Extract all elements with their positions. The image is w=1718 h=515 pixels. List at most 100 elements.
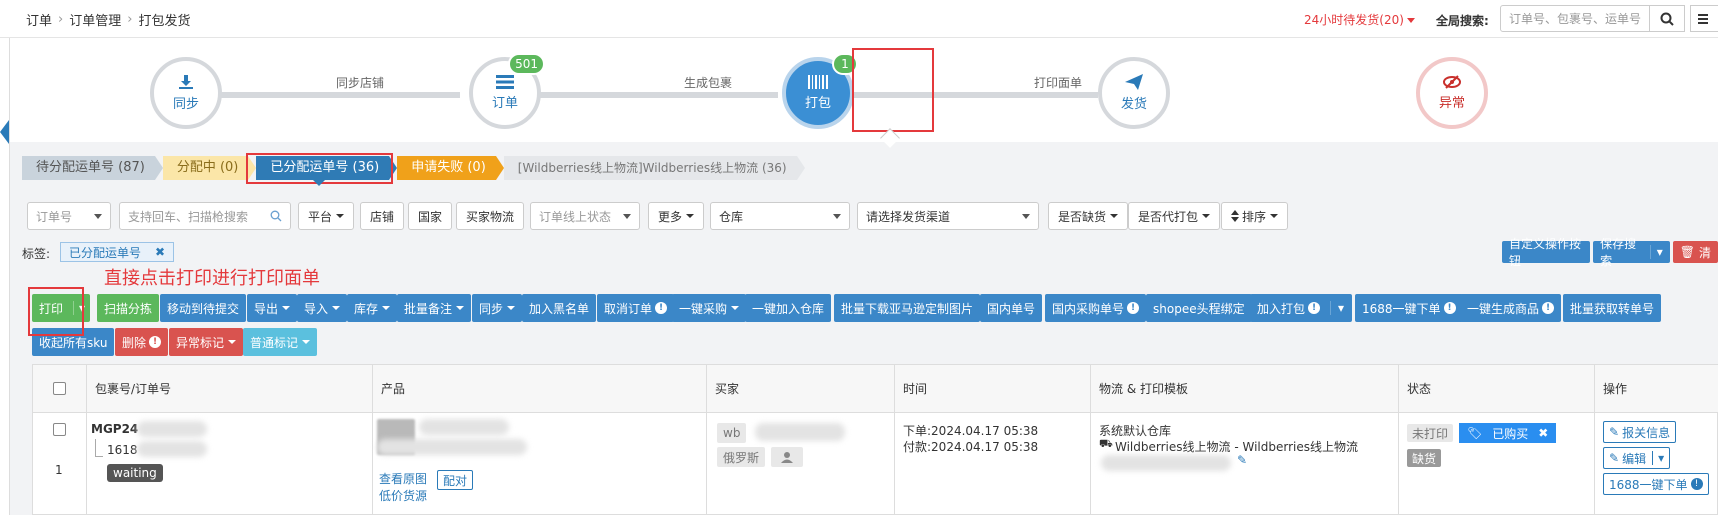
pair-button[interactable]: 配对 — [437, 470, 474, 490]
breadcrumb-separator: › — [58, 12, 64, 27]
flow-step-orders[interactable]: 订单 501 — [469, 53, 545, 129]
print-button-highlight-box — [28, 287, 84, 336]
flow-step-ship[interactable]: 发货 — [1098, 57, 1170, 129]
country-button[interactable]: 国家 — [408, 202, 453, 230]
breadcrumb-order-management[interactable]: 订单管理 — [69, 10, 121, 29]
caret-down-icon[interactable]: ▾ — [1652, 451, 1664, 465]
select-all-checkbox[interactable] — [53, 382, 66, 395]
flow-step-sync[interactable]: 同步 — [150, 57, 222, 129]
move-to-pending-button[interactable]: 移动到待提交 — [160, 294, 247, 322]
import-dropdown[interactable]: 导入 — [297, 294, 348, 322]
batch-remark-dropdown[interactable]: 批量备注 — [397, 294, 472, 322]
order-time: 下单:2024.04.17 05:38 — [903, 424, 1039, 438]
inventory-dropdown[interactable]: 库存 — [347, 294, 398, 322]
subtab-apply-failed[interactable]: 申请失败 (0) — [397, 156, 504, 180]
out-of-stock-dropdown[interactable]: 是否缺货 — [1048, 202, 1129, 230]
redacted-product-title — [377, 439, 527, 455]
inventory-label: 库存 — [354, 301, 379, 316]
header-logistics-template: 物流 & 打印模板 — [1091, 365, 1399, 413]
clear-label: 清 — [1698, 245, 1711, 260]
order-number[interactable]: 1618 — [107, 443, 138, 457]
pay-time: 付款:2024.04.17 05:38 — [903, 440, 1039, 454]
subtab-allocating[interactable]: 分配中 (0) — [162, 156, 256, 180]
flow-label-print-label: 打印面单 — [1034, 76, 1083, 90]
save-search-button[interactable]: 保存搜索 ▾ — [1593, 237, 1670, 268]
flow-label-sync-store: 同步店铺 — [336, 76, 385, 90]
left-sidebar-edge — [0, 38, 10, 515]
export-dropdown[interactable]: 导出 — [247, 294, 298, 322]
row-select-cell: 1 — [33, 413, 87, 515]
add-to-warehouse-button[interactable]: 一键加入仓库 — [745, 294, 832, 322]
1688-order-button[interactable]: 1688一键下单! — [1355, 294, 1463, 322]
settings-menu-button[interactable] — [1690, 5, 1718, 32]
global-search-input[interactable]: 订单号、包裹号、运单号 — [1500, 5, 1650, 32]
exception-mark-label: 异常标记 — [176, 335, 225, 350]
global-search-button[interactable] — [1649, 5, 1685, 32]
domestic-purchase-no-button[interactable]: 国内采购单号! — [1045, 294, 1147, 322]
1688-quick-order-button[interactable]: 1688一键下单! — [1603, 473, 1709, 495]
close-icon[interactable]: ✖ — [155, 245, 165, 259]
flow-step-exception[interactable]: 异常 — [1416, 57, 1488, 129]
online-status-select[interactable]: 订单线上状态 — [530, 202, 640, 230]
generate-product-button[interactable]: 一键生成商品! — [1460, 294, 1562, 322]
row-checkbox[interactable] — [53, 423, 66, 436]
buyer-cell: wb 俄罗斯 — [707, 413, 895, 515]
clear-button[interactable]: 🗑 清 — [1672, 241, 1718, 263]
add-to-pack-button[interactable]: 加入打包! ▾ — [1250, 294, 1352, 322]
subtab-wildberries-logistics[interactable]: [Wildberries线上物流]Wildberries线上物流 (36) — [503, 156, 805, 180]
view-original-image-link[interactable]: 查看原图 — [379, 470, 427, 487]
urgent-shipping-dropdown[interactable]: 24小时待发货(20) — [1304, 11, 1415, 28]
order-no-select[interactable]: 订单号 — [27, 202, 111, 230]
package-number[interactable]: MGP24 — [91, 422, 138, 436]
tag-icon: 🏷 — [1467, 426, 1483, 440]
shipping-channel-select[interactable]: 请选择发货渠道 — [857, 202, 1039, 230]
subtab-pending-waybill[interactable]: 待分配运单号 (87) — [22, 156, 163, 180]
more-dropdown[interactable]: 更多 — [648, 202, 705, 230]
package-order-cell: MGP24 1618 waiting — [87, 413, 373, 515]
platform-dropdown[interactable]: 平台 — [298, 202, 355, 230]
flow-connector — [200, 92, 460, 98]
add-to-pack-label: 加入打包 — [1257, 301, 1306, 316]
edit-icon[interactable]: ✎ — [1237, 453, 1247, 467]
buyer-logistics-button[interactable]: 买家物流 — [456, 202, 525, 230]
flow-step-label: 订单 — [491, 96, 518, 111]
order-search-input[interactable]: 支持回车、扫描枪搜索 — [119, 202, 291, 230]
header-buyer: 买家 — [707, 365, 895, 413]
orders-table: 包裹号/订单号 产品 买家 时间 物流 & 打印模板 状态 操作 1 MGP24… — [32, 364, 1718, 515]
close-icon[interactable]: ✖ — [1538, 426, 1548, 440]
domestic-tracking-button[interactable]: 国内单号 — [980, 294, 1043, 322]
online-status-value: 订单线上状态 — [539, 209, 612, 224]
shop-button[interactable]: 店铺 — [360, 202, 405, 230]
low-price-source-link[interactable]: 低价货源 — [379, 487, 427, 504]
sync-dropdown[interactable]: 同步 — [472, 294, 523, 322]
search-icon — [270, 210, 282, 222]
sidebar-toggle[interactable] — [0, 120, 9, 144]
normal-mark-dropdown[interactable]: 普通标记 — [243, 328, 318, 356]
proxy-pack-dropdown[interactable]: 是否代打包 — [1128, 202, 1221, 230]
custom-actions-button[interactable]: 自定义操作按钮 — [1502, 237, 1591, 268]
flow-step-pack[interactable]: 打包 1 — [782, 53, 858, 129]
download-amazon-images-button[interactable]: 批量下载亚马逊定制图片 — [834, 294, 981, 322]
breadcrumb-orders[interactable]: 订单 — [26, 10, 52, 29]
delete-button[interactable]: 删除! — [115, 328, 169, 356]
shopee-bind-button[interactable]: shopee头程绑定 — [1146, 294, 1252, 322]
cancel-order-label: 取消订单 — [604, 301, 653, 316]
customs-info-button[interactable]: ✎ 报关信息 — [1603, 421, 1677, 443]
filter-bar: 订单号 支持回车、扫描枪搜索 平台 店铺 国家 买家物流 订单线上状态 更多 仓… — [10, 196, 1718, 236]
flow-connector — [532, 92, 778, 98]
exception-mark-dropdown[interactable]: 异常标记 — [169, 328, 244, 356]
one-click-purchase-dropdown[interactable]: 一键采购 — [672, 294, 747, 322]
cancel-order-button[interactable]: 取消订单! — [597, 294, 675, 322]
edit-button[interactable]: ✎ 编辑 ▾ — [1603, 447, 1671, 469]
buyer-user-icon[interactable] — [771, 447, 803, 467]
eye-slash-icon — [1443, 75, 1461, 89]
active-tag-label: 已分配运单号 — [69, 245, 142, 260]
scan-sort-button[interactable]: 扫描分拣 — [97, 294, 160, 322]
batch-transfer-no-button[interactable]: 批量获取转单号 — [1563, 294, 1662, 322]
redacted-product-title — [419, 419, 509, 435]
warehouse-select[interactable]: 仓库 — [710, 202, 850, 230]
caret-down-icon — [332, 306, 341, 310]
sort-dropdown[interactable]: 排序 — [1221, 202, 1289, 230]
add-blacklist-button[interactable]: 加入黑名单 — [522, 294, 597, 322]
redacted-order-number — [137, 441, 207, 457]
